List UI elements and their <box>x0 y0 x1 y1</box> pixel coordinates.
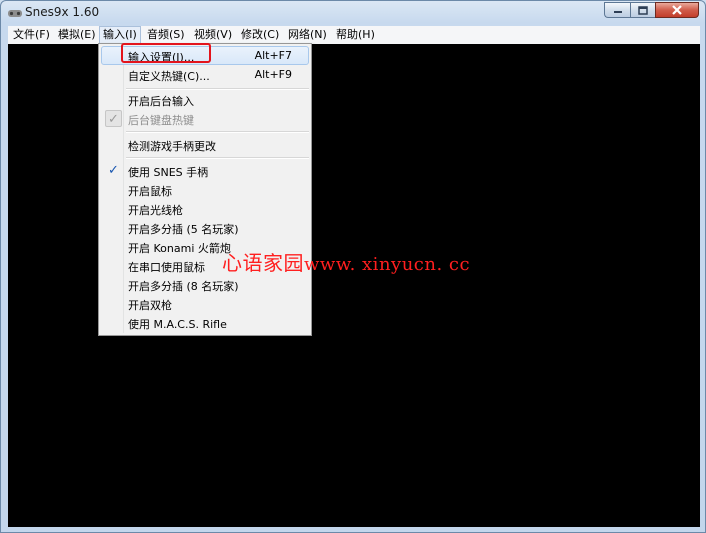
menu-sound[interactable]: 音频(S) <box>144 26 188 44</box>
menu-input[interactable]: 输入(I) <box>99 26 141 44</box>
menu-item-label: 自定义热键(C)... <box>128 70 210 83</box>
window-controls <box>604 2 699 20</box>
annotation-highlight-box <box>121 43 211 63</box>
menu-item-label: 开启 Konami 火箭炮 <box>128 242 231 255</box>
title-bar[interactable]: Snes9x 1.60 <box>1 1 705 25</box>
menu-item-label: 开启后台输入 <box>128 95 194 108</box>
menu-item-multitap-5[interactable]: 开启多分插 (5 名玩家) <box>101 218 309 237</box>
menu-separator <box>126 157 309 159</box>
menu-item-detect-gamepad-changes[interactable]: 检测游戏手柄更改 <box>101 135 309 154</box>
menu-item-label: 使用 M.A.C.S. Rifle <box>128 318 227 331</box>
menu-item-label: 开启双枪 <box>128 299 172 312</box>
menu-help[interactable]: 帮助(H) <box>333 26 378 44</box>
close-button[interactable] <box>655 2 699 18</box>
close-icon <box>672 5 682 15</box>
menu-item-background-input[interactable]: 开启后台输入 <box>101 90 309 109</box>
watermark-url: www. xinyucn. cc <box>304 254 471 275</box>
window-title: Snes9x 1.60 <box>25 5 100 19</box>
minimize-icon <box>613 11 622 13</box>
menu-emulation[interactable]: 模拟(E) <box>55 26 99 44</box>
menu-item-label: 使用 SNES 手柄 <box>128 166 209 179</box>
menu-item-background-keyboard-hotkeys[interactable]: ✓ 后台键盘热键 <box>101 109 309 128</box>
menu-separator <box>126 131 309 133</box>
menu-item-label: 开启多分插 (5 名玩家) <box>128 223 239 236</box>
watermark-cn: 心语家园 <box>222 251 304 275</box>
menu-item-label: 后台键盘热键 <box>128 114 194 127</box>
menu-item-shortcut: Alt+F9 <box>254 68 292 81</box>
menu-item-label: 开启光线枪 <box>128 204 183 217</box>
minimize-button[interactable] <box>604 2 630 18</box>
menu-item-multitap-8[interactable]: 开启多分插 (8 名玩家) <box>101 275 309 294</box>
menu-item-custom-hotkeys[interactable]: 自定义热键(C)... Alt+F9 <box>101 65 309 84</box>
menu-file[interactable]: 文件(F) <box>10 26 53 44</box>
menu-item-macs-rifle[interactable]: 使用 M.A.C.S. Rifle <box>101 313 309 332</box>
menu-item-label: 开启鼠标 <box>128 185 172 198</box>
menu-item-enable-mouse[interactable]: 开启鼠标 <box>101 180 309 199</box>
menu-video[interactable]: 视频(V) <box>191 26 235 44</box>
menu-netplay[interactable]: 网络(N) <box>285 26 330 44</box>
menu-item-label: 开启多分插 (8 名玩家) <box>128 280 239 293</box>
gamepad-icon <box>8 10 22 17</box>
maximize-button[interactable] <box>630 2 655 18</box>
maximize-icon <box>638 5 648 15</box>
checkmark-icon: ✓ <box>105 110 122 127</box>
input-menu-dropdown: 输入设置(I)... Alt+F7 自定义热键(C)... Alt+F9 开启后… <box>98 43 312 336</box>
checkmark-icon: ✓ <box>108 163 119 178</box>
menu-item-shortcut: Alt+F7 <box>254 49 292 62</box>
menu-item-label: 在串口使用鼠标 <box>128 261 205 274</box>
menu-item-use-snes-pad[interactable]: ✓ 使用 SNES 手柄 <box>101 161 309 180</box>
menu-cheat[interactable]: 修改(C) <box>238 26 282 44</box>
watermark: 心语家园www. xinyucn. cc <box>222 247 470 276</box>
menu-item-enable-superscope[interactable]: 开启光线枪 <box>101 199 309 218</box>
menu-item-two-justifiers[interactable]: 开启双枪 <box>101 294 309 313</box>
menu-item-label: 检测游戏手柄更改 <box>128 140 216 153</box>
